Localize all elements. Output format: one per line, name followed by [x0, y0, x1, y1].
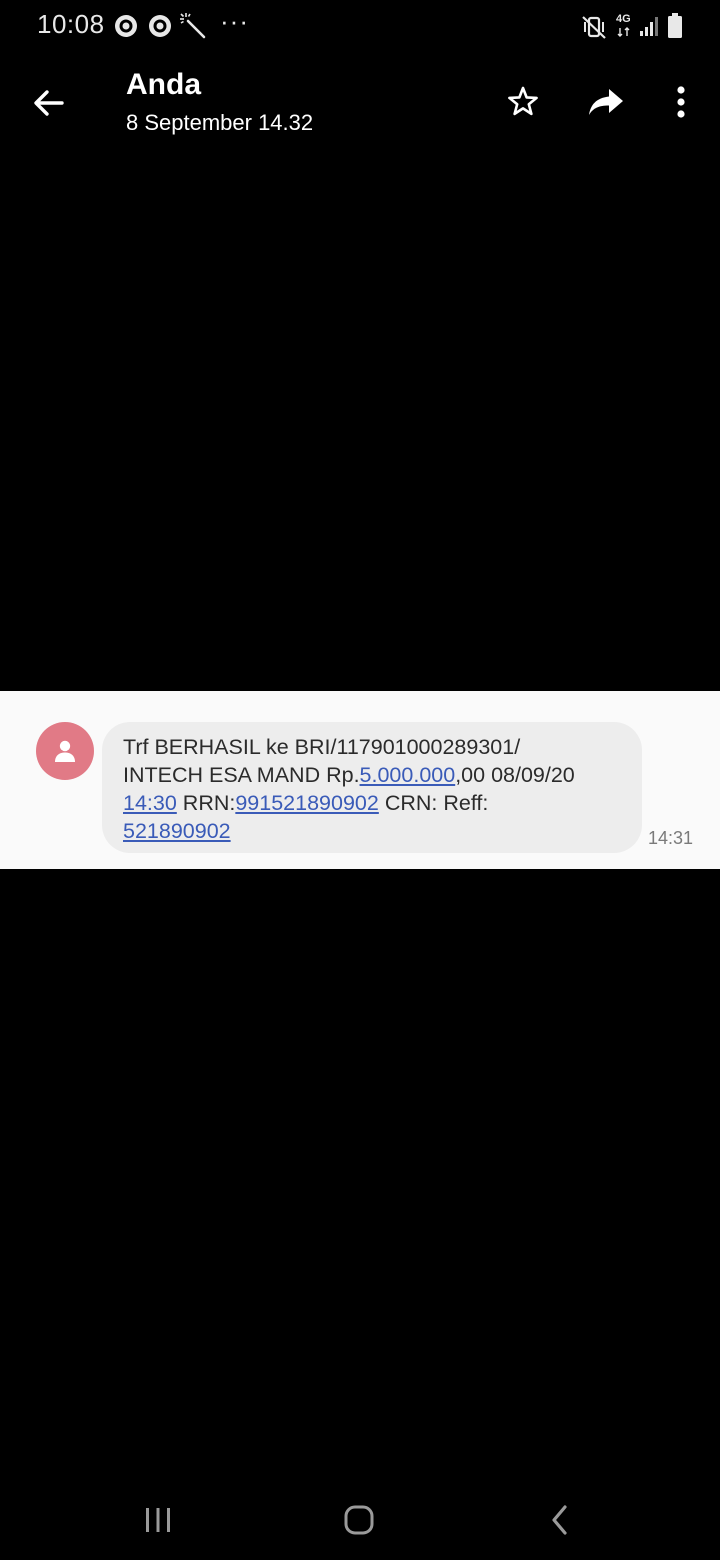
message-text: INTECH ESA MAND Rp. [123, 763, 360, 787]
message-line: 14:30 RRN:991521890902 CRN: Reff: [123, 789, 626, 817]
message-line: 521890902 [123, 817, 626, 845]
status-time: 10:08 [37, 9, 105, 39]
vibrate-icon [582, 16, 606, 39]
back-button[interactable] [26, 80, 72, 126]
star-icon [508, 86, 538, 116]
home-icon [344, 1505, 374, 1535]
message-line: INTECH ESA MAND Rp.5.000.000,00 08/09/20 [123, 761, 626, 789]
amount-link[interactable]: 5.000.000 [360, 763, 456, 787]
message-text: CRN: Reff: [378, 791, 489, 815]
message-line: Trf BERHASIL ke BRI/117901000289301/ [123, 733, 626, 761]
conversation-header: Anda 8 September 14.32 [0, 56, 720, 148]
target-icon [115, 15, 137, 37]
reff-number-link[interactable]: 521890902 [123, 819, 231, 843]
back-icon [552, 1505, 567, 1535]
recents-icon [146, 1508, 170, 1532]
more-options-button[interactable] [657, 78, 705, 126]
status-more-indicator: ··· [220, 6, 249, 36]
magic-wand-icon [180, 13, 206, 39]
conversation-date: 8 September 14.32 [126, 110, 314, 135]
battery-icon [668, 13, 682, 38]
data-arrows-icon [617, 27, 630, 37]
conversation-title: Anda [126, 68, 201, 101]
system-nav-bar [0, 1480, 720, 1560]
message-timestamp: 14:31 [648, 828, 694, 848]
recents-button[interactable] [128, 1494, 188, 1546]
message-text: RRN: [176, 791, 236, 815]
time-link[interactable]: 14:30 [123, 791, 177, 815]
home-button[interactable] [329, 1494, 389, 1546]
forward-button[interactable] [582, 78, 630, 126]
message-text: ,00 08/09/20 [455, 763, 575, 787]
message-bubble[interactable]: Trf BERHASIL ke BRI/117901000289301/ INT… [102, 722, 642, 853]
more-vert-icon [677, 86, 685, 118]
status-bar: 10:08 ··· 4G [0, 0, 720, 56]
message-row: Trf BERHASIL ke BRI/117901000289301/ INT… [0, 691, 720, 869]
signal-icon [640, 17, 658, 36]
arrow-left-icon [34, 90, 64, 116]
forward-icon [589, 89, 623, 115]
avatar[interactable] [36, 722, 94, 780]
star-button[interactable] [499, 78, 547, 126]
network-type: 4G [616, 13, 631, 25]
rrn-number-link[interactable]: 991521890902 [235, 791, 379, 815]
message-text: Trf BERHASIL ke BRI/117901000289301/ [123, 735, 521, 759]
target-icon [149, 15, 171, 37]
person-icon [55, 740, 75, 762]
nav-back-button[interactable] [530, 1494, 590, 1546]
